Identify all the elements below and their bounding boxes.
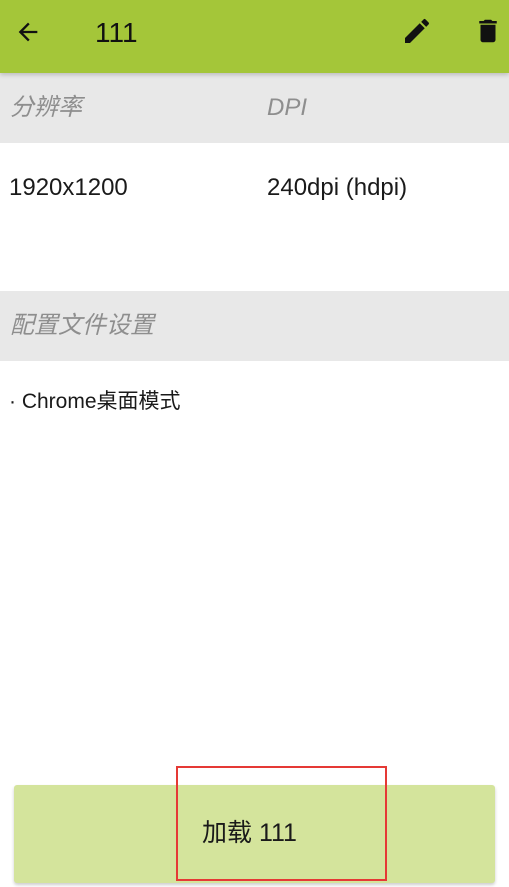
display-values: 1920x1200 240dpi (hdpi) [0, 143, 509, 291]
profile-settings-title: 配置文件设置 [10, 312, 154, 339]
edit-button[interactable] [400, 16, 434, 50]
load-profile-button[interactable]: 加载 111 [14, 785, 495, 883]
profile-settings-header: 配置文件设置 [0, 291, 509, 361]
toolbar: 111 [0, 0, 509, 73]
load-button-label: 加载 111 [202, 819, 297, 847]
app-screen: 111 分辨率 DPI 1920x1200 240dpi (hdpi) 配置文件… [0, 0, 509, 887]
pencil-icon [401, 15, 433, 52]
page-title: 111 [95, 17, 138, 48]
list-item: · Chrome桌面模式 [9, 390, 181, 413]
back-button[interactable] [12, 18, 44, 50]
trash-icon [473, 15, 503, 52]
delete-button[interactable] [472, 16, 504, 50]
resolution-header: 分辨率 [10, 94, 82, 121]
display-header: 分辨率 DPI [0, 73, 509, 143]
dpi-header: DPI [267, 94, 308, 121]
arrow-left-icon [14, 18, 42, 51]
dpi-value: 240dpi (hdpi) [267, 174, 408, 201]
resolution-value: 1920x1200 [9, 174, 128, 201]
